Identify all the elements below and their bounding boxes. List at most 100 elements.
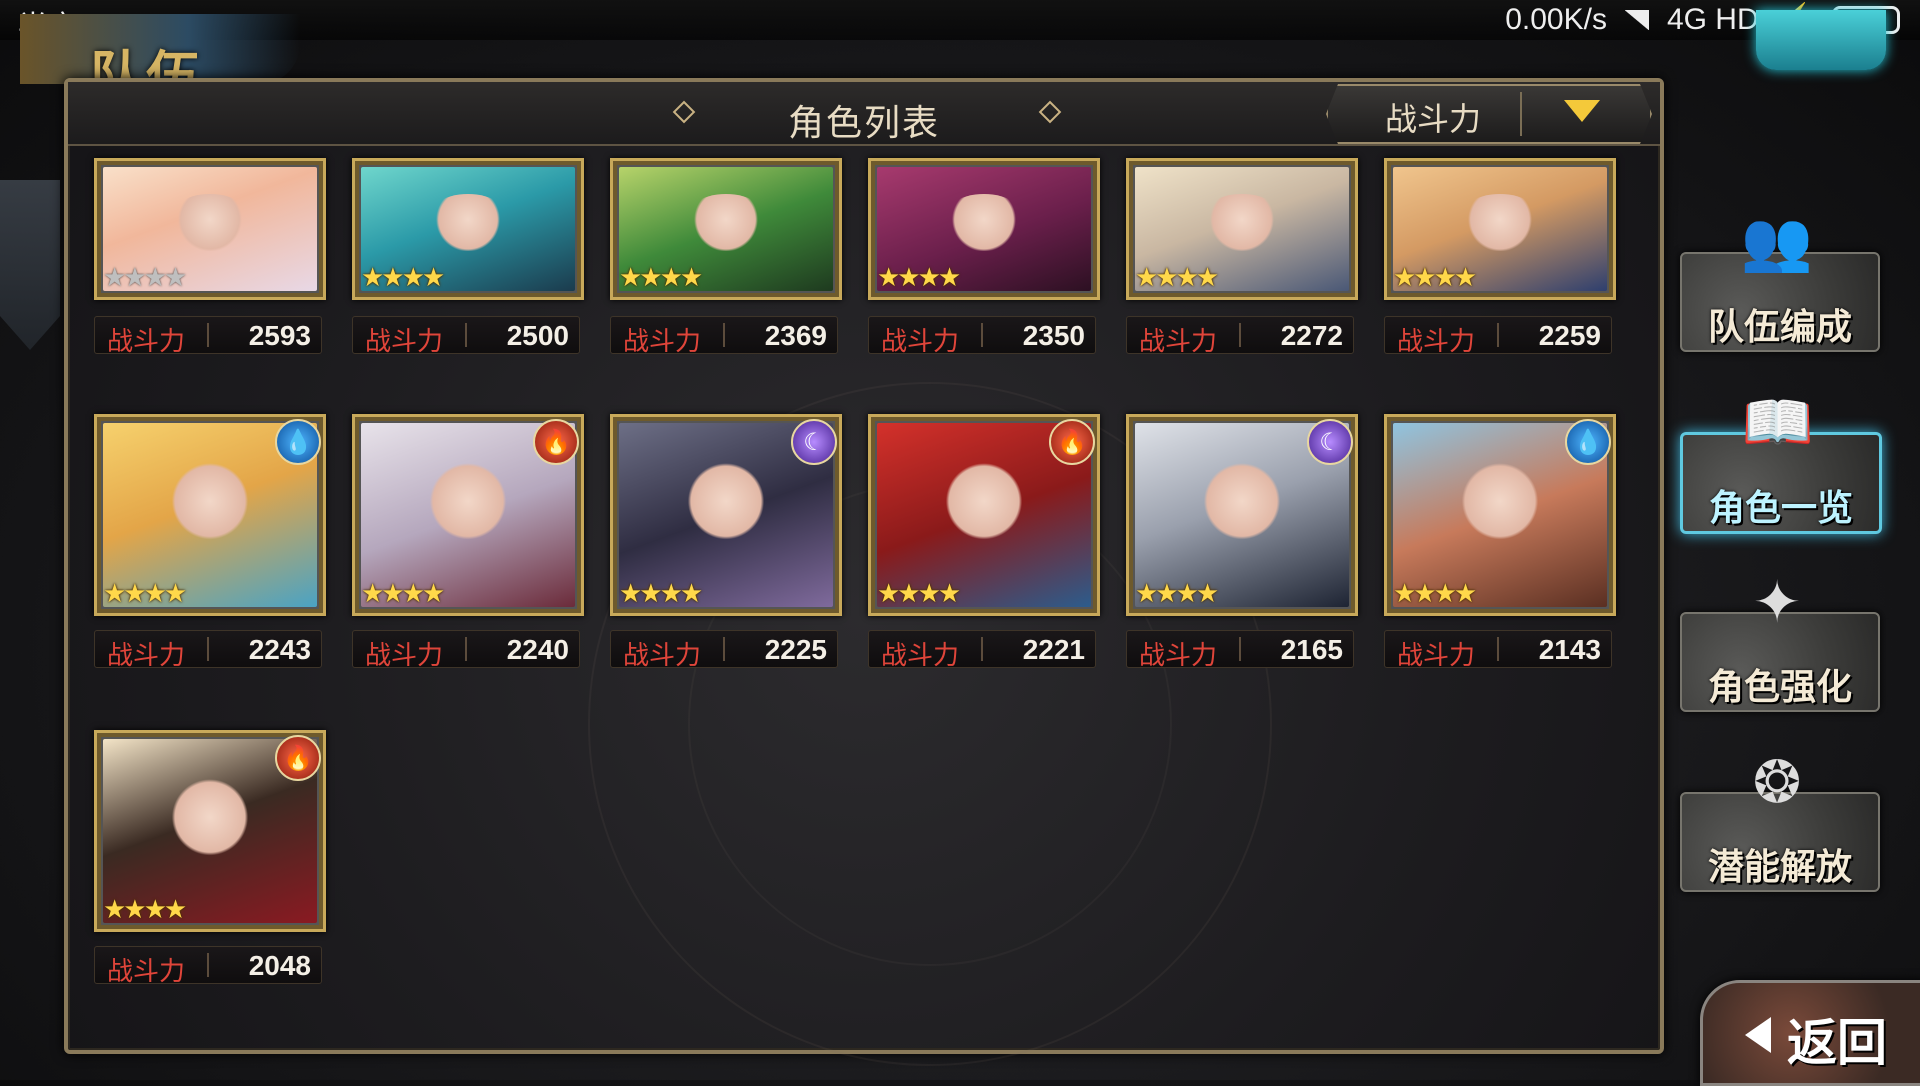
power-label: 战斗力 <box>365 640 444 670</box>
sort-dropdown[interactable]: 战斗力 <box>1326 84 1652 144</box>
power-bar: 战斗力 2259 <box>1384 316 1612 356</box>
moon-element-icon: ☾ <box>1307 419 1353 465</box>
power-separator <box>465 323 467 347</box>
power-label: 战斗力 <box>623 326 702 356</box>
character-portrait[interactable]: ★★★★ <box>94 158 326 300</box>
power-bar: 战斗力 2593 <box>94 316 322 356</box>
character-portrait[interactable]: ★★★★ <box>352 158 584 300</box>
power-label: 战斗力 <box>107 956 186 986</box>
character-portrait[interactable]: 💧 ★★★★ <box>94 414 326 616</box>
power-label: 战斗力 <box>107 640 186 670</box>
star-rating: ★★★★ <box>103 894 187 924</box>
menu-label: 角色一览 <box>1708 487 1853 528</box>
power-label: 战斗力 <box>1397 640 1476 670</box>
power-label: 战斗力 <box>881 640 960 670</box>
star-rating: ★★★★ <box>619 578 703 608</box>
power-bar: 战斗力 2243 <box>94 630 322 670</box>
power-label: 战斗力 <box>1139 326 1218 356</box>
power-separator <box>465 637 467 661</box>
character-portrait[interactable]: ☾ ★★★★ <box>610 414 842 616</box>
character-portrait[interactable]: ★★★★ <box>610 158 842 300</box>
character-portrait[interactable]: 🔥 ★★★★ <box>94 730 326 932</box>
water-element-icon: 💧 <box>1565 419 1611 465</box>
power-separator <box>1497 637 1499 661</box>
power-separator <box>981 323 983 347</box>
power-value: 2165 <box>1280 634 1343 665</box>
character-portrait[interactable]: ★★★★ <box>1126 158 1358 300</box>
power-value: 2221 <box>1022 634 1085 665</box>
network-speed: 0.00K/s <box>1505 2 1607 36</box>
book-icon: 📖 <box>1741 390 1815 455</box>
water-element-icon: 💧 <box>275 419 321 465</box>
power-label: 战斗力 <box>881 326 960 356</box>
character-list-button[interactable]: 📖 角色一览 <box>1680 390 1882 534</box>
back-button[interactable]: 返回 <box>1700 980 1920 1086</box>
star-rating: ★★★★ <box>1135 262 1219 292</box>
fire-element-icon: 🔥 <box>533 419 579 465</box>
star-rating: ★★★★ <box>361 578 445 608</box>
power-separator <box>723 637 725 661</box>
power-separator <box>207 637 209 661</box>
moon-element-icon: ☾ <box>791 419 837 465</box>
home-button[interactable] <box>1756 10 1886 70</box>
character-portrait[interactable]: ★★★★ <box>1384 158 1616 300</box>
back-arrow-icon <box>1745 1017 1771 1053</box>
potential-icon: ❂ <box>1752 750 1802 815</box>
power-separator <box>723 323 725 347</box>
power-bar: 战斗力 2165 <box>1126 630 1354 670</box>
character-enhance-button[interactable]: ✦ 角色强化 <box>1680 570 1880 712</box>
power-label: 战斗力 <box>1397 326 1476 356</box>
signal-icon <box>1624 9 1649 30</box>
potential-release-button[interactable]: ❂ 潜能解放 <box>1680 750 1880 892</box>
character-portrait[interactable]: ★★★★ <box>868 158 1100 300</box>
menu-label: 潜能解放 <box>1707 846 1852 887</box>
power-value: 2350 <box>1022 320 1085 351</box>
power-label: 战斗力 <box>365 326 444 356</box>
power-bar: 战斗力 2143 <box>1384 630 1612 670</box>
power-value: 2240 <box>506 634 569 665</box>
fire-element-icon: 🔥 <box>275 735 321 781</box>
power-separator <box>1497 323 1499 347</box>
character-portrait[interactable]: 💧 ★★★★ <box>1384 414 1616 616</box>
power-bar: 战斗力 2272 <box>1126 316 1354 356</box>
star-rating: ★★★★ <box>103 578 187 608</box>
power-separator <box>981 637 983 661</box>
power-value: 2259 <box>1538 320 1601 351</box>
power-value: 2369 <box>764 320 827 351</box>
character-portrait[interactable]: ☾ ★★★★ <box>1126 414 1358 616</box>
power-bar: 战斗力 2500 <box>352 316 580 356</box>
star-rating: ★★★★ <box>877 262 961 292</box>
power-label: 战斗力 <box>623 640 702 670</box>
power-bar: 战斗力 2350 <box>868 316 1096 356</box>
character-portrait[interactable]: 🔥 ★★★★ <box>352 414 584 616</box>
panel-title-bar: 角色列表 战斗力 <box>68 82 1660 146</box>
fire-element-icon: 🔥 <box>1049 419 1095 465</box>
character-list-panel: 角色列表 战斗力 ★★★★ 战斗力 2593 ★★★★ 战斗力 2500 ★★★… <box>64 78 1664 1066</box>
power-bar: 战斗力 2048 <box>94 946 322 986</box>
power-value: 2272 <box>1280 320 1343 351</box>
power-bar: 战斗力 2369 <box>610 316 838 356</box>
power-value: 2243 <box>248 634 311 665</box>
star-rating: ★★★★ <box>1393 578 1477 608</box>
star-rating: ★★★★ <box>103 262 187 292</box>
menu-label: 角色强化 <box>1707 666 1852 707</box>
character-portrait[interactable]: 🔥 ★★★★ <box>868 414 1100 616</box>
star-rating: ★★★★ <box>619 262 703 292</box>
power-value: 2143 <box>1538 634 1601 665</box>
back-label: 返回 <box>1787 1015 1887 1071</box>
power-bar: 战斗力 2221 <box>868 630 1096 670</box>
power-value: 2500 <box>506 320 569 351</box>
team-formation-button[interactable]: 👥 队伍编成 <box>1680 209 1880 352</box>
menu-label: 队伍编成 <box>1707 306 1852 347</box>
power-bar: 战斗力 2240 <box>352 630 580 670</box>
power-value: 2048 <box>248 950 311 981</box>
star-rating: ★★★★ <box>1135 578 1219 608</box>
power-value: 2225 <box>764 634 827 665</box>
power-separator <box>207 323 209 347</box>
star-rating: ★★★★ <box>1393 262 1477 292</box>
team-icon: 👥 <box>1740 209 1814 274</box>
network-type: 4G HD <box>1666 2 1759 36</box>
power-separator <box>1239 637 1241 661</box>
chevron-down-icon[interactable] <box>1564 100 1600 122</box>
power-label: 战斗力 <box>107 326 186 356</box>
